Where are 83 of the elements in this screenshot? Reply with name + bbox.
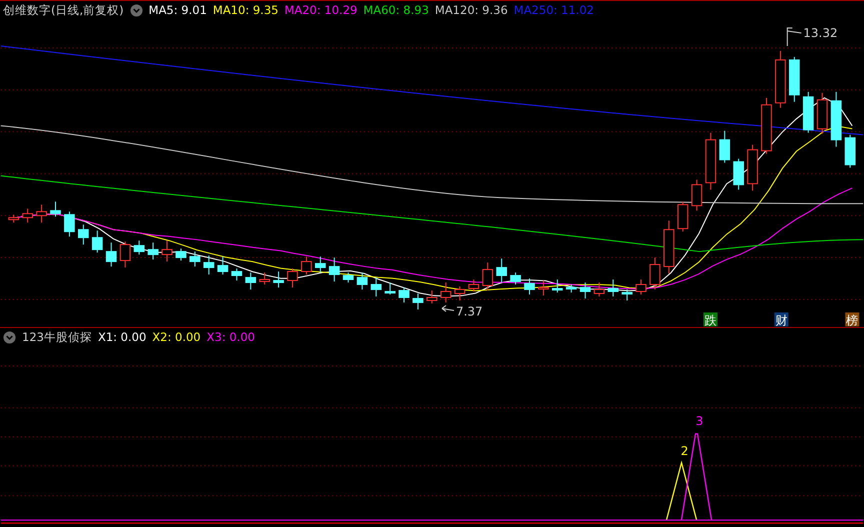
candlestick xyxy=(747,144,758,192)
signal-badge: 榜 xyxy=(845,312,860,328)
candlestick xyxy=(134,240,145,256)
candlestick xyxy=(78,224,89,246)
candlestick xyxy=(844,134,856,168)
signal-badge: 财 xyxy=(774,312,788,328)
candlestick xyxy=(636,278,646,295)
candlestick xyxy=(301,256,312,275)
candlestick xyxy=(370,276,382,297)
peak-label: 3 xyxy=(696,414,704,428)
candlestick xyxy=(775,50,786,108)
candlestick xyxy=(259,272,270,285)
candlestick xyxy=(719,130,730,164)
candlestick xyxy=(802,91,814,134)
chart-title: 创维数字(日线,前复权) xyxy=(3,2,124,18)
indicator-title: 123牛股侦探 xyxy=(22,330,92,345)
candlestick xyxy=(510,272,521,285)
candlestick xyxy=(552,278,563,293)
candlestick xyxy=(594,282,605,297)
candlestick xyxy=(398,286,410,303)
candlestick xyxy=(468,278,480,292)
candlestick xyxy=(440,282,452,303)
candlestick xyxy=(50,201,61,218)
candlestick xyxy=(650,257,660,290)
candlestick xyxy=(245,272,256,290)
candlestick xyxy=(120,241,131,268)
candlestick xyxy=(176,248,186,262)
candlestick xyxy=(384,282,396,295)
candlestick xyxy=(524,278,535,295)
candlestick xyxy=(733,158,744,190)
candlestick xyxy=(454,286,466,301)
arrow-pointer-icon xyxy=(441,304,454,312)
dropdown-icon[interactable] xyxy=(130,4,143,17)
signal-badge: 跌 xyxy=(704,312,718,328)
candlestick xyxy=(691,179,702,212)
indicator-value: X1: 0.00 xyxy=(98,330,146,344)
candlestick xyxy=(789,56,800,102)
indicator-value: MA5: 9.01 xyxy=(148,3,207,18)
candlestick xyxy=(608,278,619,297)
candlestick xyxy=(566,284,577,293)
flag-pointer-icon xyxy=(786,27,802,46)
candlestick xyxy=(92,230,103,254)
candlestick xyxy=(342,272,354,283)
candlestick xyxy=(287,268,298,288)
candlestick xyxy=(22,208,33,224)
dropdown-icon[interactable] xyxy=(3,330,16,344)
candlestick xyxy=(622,288,632,301)
candlestick xyxy=(830,91,842,148)
candlestick xyxy=(496,258,507,283)
indicator-value: X3: 0.00 xyxy=(206,330,255,344)
candlestick xyxy=(217,256,228,275)
candlestick xyxy=(162,240,172,262)
candlestick xyxy=(203,255,214,275)
candlestick xyxy=(705,132,716,190)
candlestick xyxy=(328,257,340,282)
candlestick xyxy=(816,92,828,134)
candlestick xyxy=(273,271,284,288)
candlestick xyxy=(106,242,117,267)
candlestick xyxy=(356,272,368,290)
candlestick xyxy=(664,220,674,274)
candlestick xyxy=(580,282,591,299)
candlestick xyxy=(36,204,47,224)
candlestick xyxy=(426,290,438,304)
candlestick xyxy=(538,280,549,296)
candlestick xyxy=(148,242,158,260)
high-price-label: 13.32 xyxy=(803,26,838,40)
candlestick xyxy=(482,262,494,291)
indicator-value: MA60: 8.93 xyxy=(363,3,429,18)
candlestick xyxy=(315,256,326,273)
indicator-value: MA120: 9.36 xyxy=(434,3,508,18)
indicator-value: X2: 0.00 xyxy=(152,330,201,344)
candlestick xyxy=(412,292,424,310)
candlestick xyxy=(677,201,688,232)
low-price-label: 7.37 xyxy=(456,304,483,318)
indicator-value: MA20: 10.29 xyxy=(284,3,358,18)
peak-label: 2 xyxy=(680,444,688,458)
indicator-value: MA250: 11.02 xyxy=(514,3,594,18)
indicator-value: MA10: 9.35 xyxy=(212,3,278,18)
candlestick xyxy=(761,97,772,154)
candlestick xyxy=(231,268,242,281)
candlestick xyxy=(190,251,200,267)
candlestick xyxy=(64,211,75,238)
candlestick xyxy=(8,214,20,224)
